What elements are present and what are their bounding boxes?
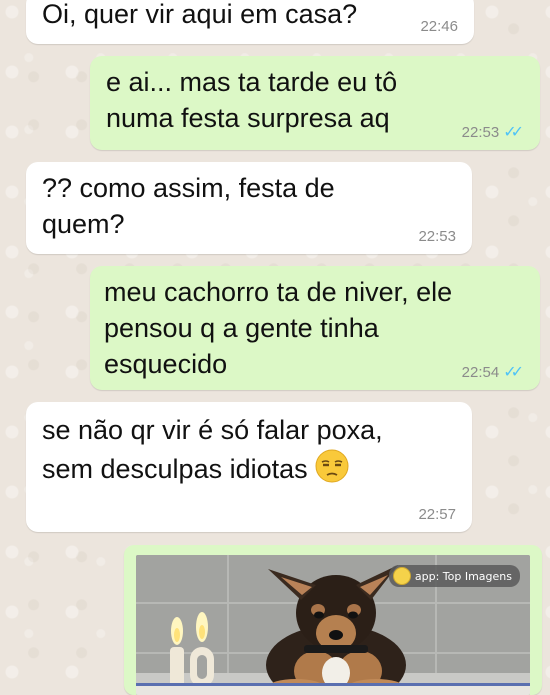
message-time: 22:57 (418, 506, 456, 523)
unamused-face-icon (315, 449, 349, 483)
message-bubble-incoming[interactable]: ?? como assim, festa de quem? 22:53 (26, 162, 472, 254)
message-meta: 22:54 ✓✓ (462, 364, 524, 382)
message-time: 22:46 (420, 18, 458, 35)
message-time: 22:53 (461, 124, 500, 141)
message-time: 22:53 (418, 228, 456, 245)
message-meta: 22:46 (420, 18, 458, 36)
message-meta: 22:53 (418, 228, 456, 246)
watermark-badge: app: Top Imagens (388, 565, 520, 587)
message-bubble-outgoing[interactable]: e ai... mas ta tarde eu tô numa festa su… (90, 56, 540, 150)
read-receipt-icon: ✓✓ (503, 124, 524, 141)
smiley-logo-icon (392, 567, 411, 585)
dog-birthday-photo[interactable]: app: Top Imagens (136, 555, 530, 695)
message-time: 22:54 (461, 364, 500, 381)
message-bubble-incoming[interactable]: Oi, quer vir aqui em casa? 22:46 (26, 0, 474, 44)
message-text: ?? como assim, festa de quem? (42, 173, 335, 239)
watermark-text: app: Top Imagens (414, 569, 512, 583)
read-receipt-icon: ✓✓ (503, 364, 524, 381)
photo-message-bubble[interactable]: app: Top Imagens (124, 545, 542, 695)
message-text: Oi, quer vir aqui em casa? (42, 0, 358, 29)
message-meta: 22:57 (418, 506, 456, 524)
message-bubble-outgoing[interactable]: meu cachorro ta de niver, ele pensou q a… (90, 266, 540, 390)
message-text: se não qr vir é só falar poxa, sem descu… (42, 412, 456, 487)
message-meta: 22:53 ✓✓ (462, 124, 524, 142)
message-bubble-incoming[interactable]: se não qr vir é só falar poxa, sem descu… (26, 402, 472, 532)
